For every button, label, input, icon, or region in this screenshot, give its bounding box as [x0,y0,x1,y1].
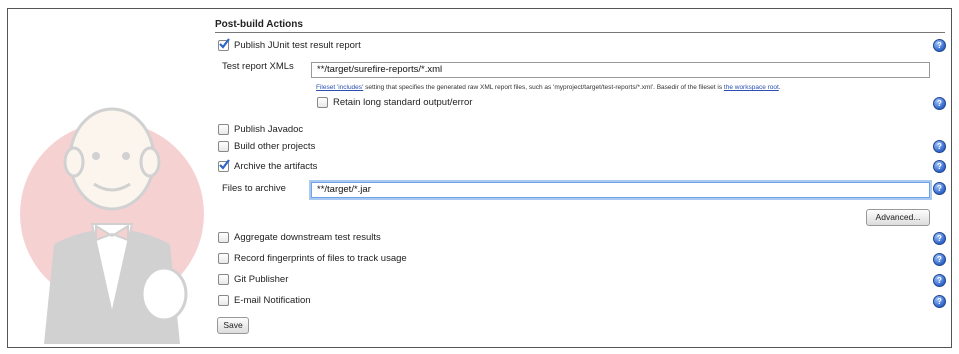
hint-text: setting that specifies the generated raw… [363,84,724,91]
build-other-projects-label: Build other projects [234,141,316,152]
email-notification-checkbox[interactable] [218,295,229,306]
aggregate-downstream-checkbox[interactable] [218,232,229,243]
workspace-root-link[interactable]: the workspace root [724,84,779,91]
test-report-hint: Fileset 'includes' setting that specifie… [316,84,781,91]
section-divider [215,32,945,33]
record-fingerprints-label: Record fingerprints of files to track us… [234,253,407,264]
aggregate-downstream-label: Aggregate downstream test results [234,232,381,243]
help-icon[interactable]: ? [933,232,946,245]
save-button[interactable]: Save [217,317,249,334]
test-report-xmls-label: Test report XMLs [222,61,294,72]
publish-javadoc-label: Publish Javadoc [234,124,304,135]
help-icon[interactable]: ? [933,39,946,52]
retain-output-label: Retain long standard output/error [333,97,473,108]
archive-artifacts-checkbox[interactable] [218,159,230,172]
help-icon[interactable]: ? [933,160,946,173]
help-icon[interactable]: ? [933,253,946,266]
build-other-projects-checkbox[interactable] [218,141,229,152]
help-icon[interactable]: ? [933,140,946,153]
advanced-button[interactable]: Advanced... [866,209,930,226]
help-icon[interactable]: ? [933,182,946,195]
checkmark-icon [219,38,230,49]
section-title: Post-build Actions [215,19,303,30]
fileset-includes-link[interactable]: Fileset 'includes' [316,84,363,91]
help-icon[interactable]: ? [933,274,946,287]
checkmark-icon [219,159,230,170]
record-fingerprints-checkbox[interactable] [218,253,229,264]
git-publisher-checkbox[interactable] [218,274,229,285]
publish-junit-label: Publish JUnit test result report [234,40,361,51]
git-publisher-label: Git Publisher [234,274,289,285]
help-icon[interactable]: ? [933,97,946,110]
email-notification-label: E-mail Notification [234,295,311,306]
publish-javadoc-checkbox[interactable] [218,124,229,135]
files-to-archive-input[interactable] [311,182,930,198]
jenkins-butler-logo [20,107,204,344]
help-icon[interactable]: ? [933,295,946,308]
retain-output-checkbox[interactable] [317,97,328,108]
archive-artifacts-label: Archive the artifacts [234,161,318,172]
test-report-xmls-input[interactable] [311,62,930,78]
publish-junit-checkbox[interactable] [218,38,230,51]
files-to-archive-label: Files to archive [222,183,286,194]
